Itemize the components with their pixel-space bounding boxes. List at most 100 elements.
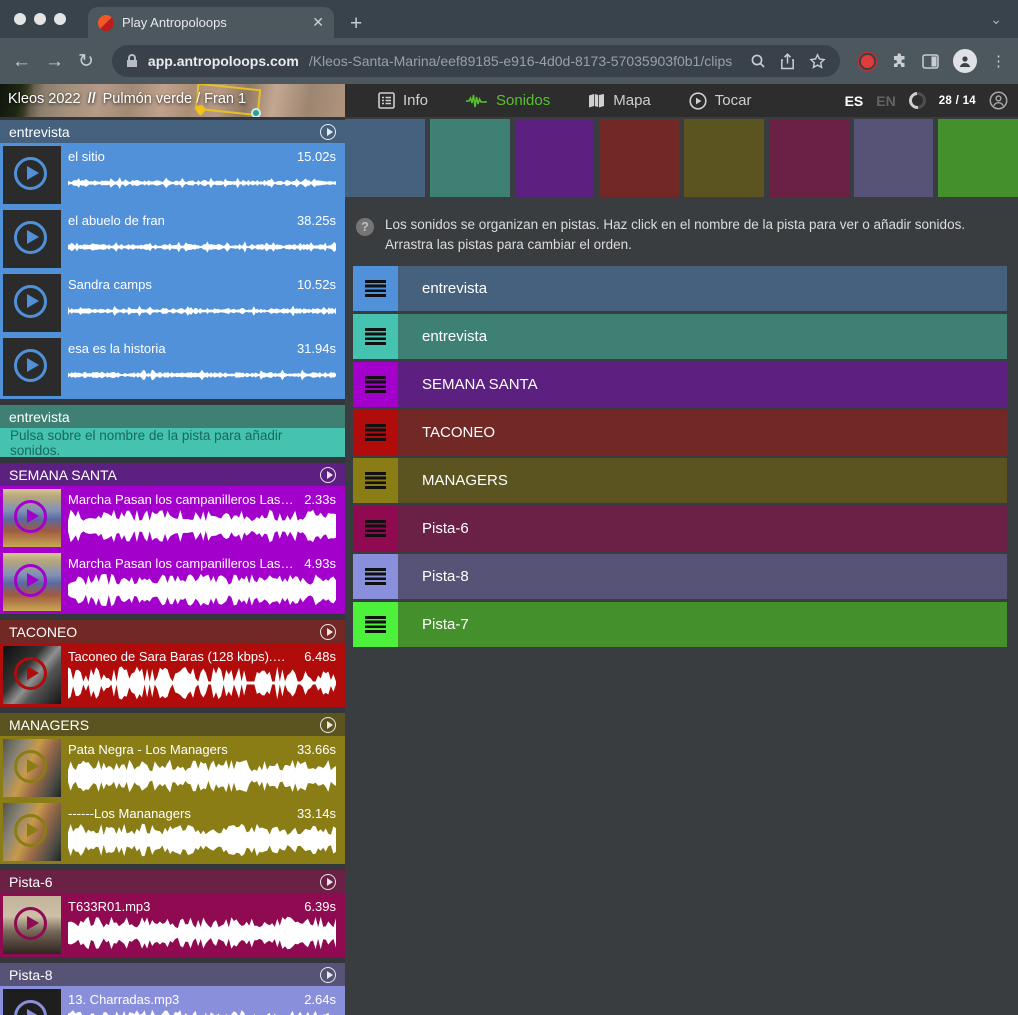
track-drag-handle[interactable] xyxy=(353,554,398,599)
recording-extension-icon[interactable] xyxy=(861,55,874,68)
nav-item-tocar[interactable]: Tocar xyxy=(670,84,771,117)
extensions-puzzle-icon[interactable] xyxy=(891,53,908,70)
account-icon[interactable] xyxy=(989,91,1008,110)
clip-item[interactable]: el abuelo de fran38.25s xyxy=(0,207,345,271)
clip-play-icon[interactable] xyxy=(14,500,47,533)
clip-meta: el abuelo de fran38.25s xyxy=(68,213,336,228)
nav-item-info[interactable]: Info xyxy=(359,84,447,117)
clip-play-icon[interactable] xyxy=(14,221,47,254)
clip-item[interactable]: Pata Negra - Los Managers33.66s xyxy=(0,736,345,800)
track-color-square[interactable] xyxy=(430,119,510,197)
track-drag-handle[interactable] xyxy=(353,314,398,359)
forward-button[interactable]: → xyxy=(45,52,64,71)
clip-play-icon[interactable] xyxy=(14,564,47,597)
sidebar-track-header[interactable]: entrevista xyxy=(0,405,345,428)
address-bar[interactable]: app.antropoloops.com /Kleos-Santa-Marina… xyxy=(112,45,840,77)
zoom-icon[interactable] xyxy=(750,53,766,69)
clip-item[interactable]: el sitio15.02s xyxy=(0,143,345,207)
track-drag-handle[interactable] xyxy=(353,266,398,311)
track-color-square[interactable] xyxy=(938,119,1018,197)
profile-avatar[interactable] xyxy=(953,49,977,73)
new-tab-button[interactable]: + xyxy=(350,13,362,34)
clip-body: Marcha Pasan los campanilleros Las Mejor… xyxy=(68,492,336,543)
clip-item[interactable]: Marcha Pasan los campanilleros Las Mejor… xyxy=(0,550,345,614)
track-color-square[interactable] xyxy=(515,119,595,197)
maximize-window-button[interactable] xyxy=(54,13,66,25)
clip-item[interactable]: ------Los Mananagers33.14s xyxy=(0,800,345,864)
play-track-icon[interactable] xyxy=(320,874,336,890)
clip-item[interactable]: Marcha Pasan los campanilleros Las Mejor… xyxy=(0,486,345,550)
clip-play-icon[interactable] xyxy=(14,750,47,783)
project-hero-image[interactable]: Kleos 2022//Pulmón verde / Fran 1 xyxy=(0,84,345,117)
track-row-bar[interactable]: Pista-6 xyxy=(398,506,1007,551)
track-row-bar[interactable]: TACONEO xyxy=(398,410,1007,455)
language-en[interactable]: EN xyxy=(876,93,895,109)
track-drag-handle[interactable] xyxy=(353,458,398,503)
track-color-square[interactable] xyxy=(769,119,849,197)
clip-item[interactable]: Sandra camps10.52s xyxy=(0,271,345,335)
help-question-icon: ? xyxy=(356,218,374,236)
track-drag-handle[interactable] xyxy=(353,602,398,647)
track-color-square[interactable] xyxy=(599,119,679,197)
clip-item[interactable]: esa es la historia31.94s xyxy=(0,335,345,399)
clip-item[interactable]: 13. Charradas.mp32.64s xyxy=(0,986,345,1015)
clip-meta: ------Los Mananagers33.14s xyxy=(68,806,336,821)
track-rows: entrevistaentrevista SEMANA SANTA TACONEO M… xyxy=(345,266,1018,647)
track-row-bar[interactable]: Pista-8 xyxy=(398,554,1007,599)
track-color-square[interactable] xyxy=(345,119,425,197)
sidebar-track-header[interactable]: Pista-6 xyxy=(0,870,345,893)
language-es[interactable]: ES xyxy=(845,93,864,109)
close-tab-icon[interactable]: ✕ xyxy=(312,14,324,31)
bookmark-star-icon[interactable] xyxy=(809,53,826,70)
browser-tab[interactable]: Play Antropoloops ✕ xyxy=(88,7,334,38)
drag-handle-icon xyxy=(365,280,386,297)
clip-item[interactable]: T633R01.mp36.39s xyxy=(0,893,345,957)
play-track-icon[interactable] xyxy=(320,717,336,733)
play-track-icon[interactable] xyxy=(320,467,336,483)
track-row: entrevista xyxy=(353,266,1007,311)
sidebar-track-header[interactable]: TACONEO xyxy=(0,620,345,643)
clip-item[interactable]: Taconeo de Sara Baras (128 kbps).mp36.48… xyxy=(0,643,345,707)
minimize-window-button[interactable] xyxy=(34,13,46,25)
track-color-square[interactable] xyxy=(854,119,934,197)
track-row-name: SEMANA SANTA xyxy=(422,376,538,393)
track-row-bar[interactable]: entrevista xyxy=(398,314,1007,359)
sidebar-track-header[interactable]: Pista-8 xyxy=(0,963,345,986)
clip-play-icon[interactable] xyxy=(14,814,47,847)
track-color-square[interactable] xyxy=(684,119,764,197)
close-window-button[interactable] xyxy=(14,13,26,25)
track-row-bar[interactable]: MANAGERS xyxy=(398,458,1007,503)
track-row-name: TACONEO xyxy=(422,424,495,441)
share-icon[interactable] xyxy=(780,53,795,70)
track-row-bar[interactable]: entrevista xyxy=(398,266,1007,311)
clip-meta: 13. Charradas.mp32.64s xyxy=(68,992,336,1007)
clip-body: el abuelo de fran38.25s xyxy=(68,213,336,264)
play-track-icon[interactable] xyxy=(320,124,336,140)
back-button[interactable]: ← xyxy=(12,52,31,71)
track-row-name: Pista-6 xyxy=(422,520,469,537)
breadcrumb-separator: // xyxy=(88,91,96,107)
nav-item-sonidos[interactable]: Sonidos xyxy=(447,84,569,117)
drag-handle-icon xyxy=(365,328,386,345)
track-drag-handle[interactable] xyxy=(353,410,398,455)
clip-play-icon[interactable] xyxy=(14,349,47,382)
reload-button[interactable]: ↻ xyxy=(78,52,94,71)
sidebar-track-header[interactable]: SEMANA SANTA xyxy=(0,463,345,486)
clip-play-icon[interactable] xyxy=(14,1000,47,1015)
clip-play-icon[interactable] xyxy=(14,657,47,690)
nav-item-mapa[interactable]: Mapa xyxy=(569,84,670,117)
tab-search-chevron-icon[interactable]: ⌄ xyxy=(990,11,1002,28)
sidebar-track-header[interactable]: entrevista xyxy=(0,120,345,143)
clip-play-icon[interactable] xyxy=(14,285,47,318)
browser-menu-icon[interactable]: ⋮ xyxy=(991,52,1006,70)
track-row-bar[interactable]: Pista-7 xyxy=(398,602,1007,647)
track-drag-handle[interactable] xyxy=(353,362,398,407)
play-track-icon[interactable] xyxy=(320,967,336,983)
play-track-icon[interactable] xyxy=(320,624,336,640)
track-row-bar[interactable]: SEMANA SANTA xyxy=(398,362,1007,407)
sidebar-track-header[interactable]: MANAGERS xyxy=(0,713,345,736)
clip-play-icon[interactable] xyxy=(14,907,47,940)
side-panel-icon[interactable] xyxy=(922,54,939,69)
track-drag-handle[interactable] xyxy=(353,506,398,551)
clip-play-icon[interactable] xyxy=(14,157,47,190)
